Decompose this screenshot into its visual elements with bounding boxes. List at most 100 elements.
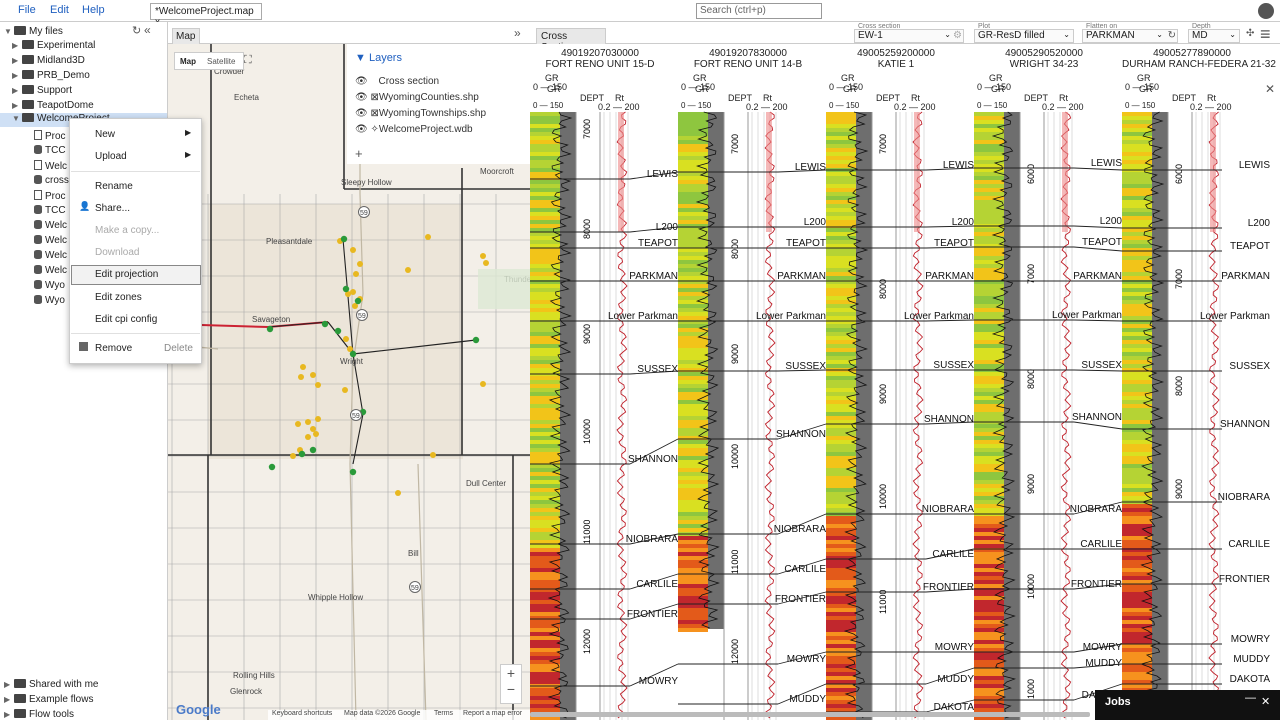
tab-map[interactable]: Map — [172, 28, 200, 44]
tree-folder[interactable]: ▶ PRB_Demo — [12, 70, 90, 81]
map-data-text: Map data ©2026 Google — [344, 710, 421, 717]
map-type-satellite[interactable]: Satellite — [207, 57, 235, 66]
well-marker — [480, 253, 486, 259]
keyboard-shortcuts-link[interactable]: Keyboard shortcuts — [272, 710, 332, 717]
add-layer-icon[interactable]: + — [355, 146, 363, 161]
minimize-icon[interactable]: — — [1245, 692, 1256, 704]
report-error-link[interactable]: Report a map error — [463, 710, 522, 717]
menu-file[interactable]: File — [18, 4, 36, 16]
gr-band — [678, 116, 708, 120]
gr-band — [974, 388, 1004, 392]
hamburger-menu-icon[interactable]: ≡ — [1260, 24, 1271, 45]
pin-icon[interactable]: ✣ — [1246, 28, 1254, 39]
layer-item[interactable]: 👁 ⊠WyomingTownships.shp — [355, 108, 486, 119]
zoom-in-button[interactable]: + — [501, 665, 521, 681]
gr-band — [530, 452, 560, 456]
tree-folder[interactable]: ▶ Support — [12, 85, 72, 96]
gr-band — [974, 404, 1004, 408]
tree-file[interactable]: Welc — [34, 235, 67, 246]
map-type-map[interactable]: Map — [180, 57, 196, 66]
terms-link[interactable]: Terms — [434, 710, 453, 717]
gr-band — [826, 632, 856, 636]
tree-folder[interactable]: ▶ Midland3D — [12, 55, 85, 66]
close-icon[interactable]: ✕ — [1265, 82, 1275, 96]
formation-top-label: SHANNON — [1072, 412, 1122, 423]
tree-folder[interactable]: ▶ Experimental — [12, 40, 95, 51]
eye-icon[interactable]: 👁 — [355, 92, 368, 103]
menu-help[interactable]: Help — [82, 4, 105, 16]
depth-label: 9000 — [730, 344, 740, 364]
jobs-panel[interactable]: Jobs — ✕ — [1095, 690, 1280, 720]
gr-band — [974, 504, 1004, 508]
gr-band — [678, 156, 708, 160]
layer-item[interactable]: 👁 ✧WelcomeProject.wdb — [355, 124, 473, 135]
layers-title[interactable]: ▼ Layers — [355, 52, 402, 64]
close-icon[interactable]: ✕ — [1261, 695, 1270, 708]
cross-section-view[interactable]: 7000 8000 9000 10000 11000 12000 7000 8000 9000 1… — [530, 44, 1280, 720]
gr-band — [826, 648, 856, 652]
tree-root[interactable]: ▼ My files — [4, 26, 63, 37]
gr-band — [678, 516, 708, 520]
gr-band — [974, 240, 1004, 244]
well-marker — [321, 320, 329, 328]
flatten-select[interactable]: PARKMAN ⌄ ↻ — [1082, 29, 1178, 43]
gr-band — [530, 548, 560, 552]
gr-band — [678, 412, 708, 416]
refresh-icon[interactable]: ↻ — [132, 24, 141, 37]
tree-example-flows[interactable]: ▶ Example flows — [4, 694, 93, 705]
user-account-icon[interactable] — [1258, 3, 1274, 19]
gr-band — [974, 344, 1004, 348]
tree-file[interactable]: cross — [34, 175, 69, 186]
gr-band — [678, 548, 708, 552]
tree-folder[interactable]: ▶ TeapotDome — [12, 100, 94, 111]
fullscreen-icon[interactable]: ⛶ — [244, 54, 252, 67]
document-tab[interactable]: *WelcomeProject.map x — [150, 3, 262, 28]
tree-file[interactable]: Proc — [34, 190, 66, 202]
gr-band — [1122, 488, 1152, 492]
tree-file[interactable]: TCC — [34, 145, 66, 156]
depth-select[interactable]: MD ⌄ — [1188, 29, 1240, 43]
eye-icon[interactable]: 👁 — [355, 76, 368, 87]
tree-flow-tools[interactable]: ▶ Flow tools — [4, 709, 74, 720]
tree-file[interactable]: Welc — [34, 265, 67, 276]
tree-file[interactable]: Welc — [34, 220, 67, 231]
cross-section-select[interactable]: EW-1 ⌄ ⚙ — [854, 29, 964, 43]
menu-item-edit-zones[interactable]: Edit zones — [95, 292, 142, 303]
map-place-label: Whipple Hollow — [308, 593, 363, 602]
menu-item-edit-cpi[interactable]: Edit cpi config — [95, 314, 157, 325]
search-input[interactable]: Search (ctrl+p) — [696, 3, 822, 19]
tree-file[interactable]: Wyo — [34, 280, 65, 291]
menu-item-new[interactable]: New — [95, 129, 115, 140]
tree-file[interactable]: Wyo — [34, 295, 65, 306]
tree-file[interactable]: Welc — [34, 160, 67, 172]
plot-select[interactable]: GR-ResD filled ⌄ — [974, 29, 1074, 43]
menu-item-remove[interactable]: Remove — [95, 343, 132, 354]
horizontal-scrollbar[interactable] — [530, 712, 1090, 717]
layer-item[interactable]: 👁 ⊠WyomingCounties.shp — [355, 92, 479, 103]
tree-file[interactable]: TCC — [34, 205, 66, 216]
menu-item-upload[interactable]: Upload — [95, 151, 127, 162]
gr-band — [826, 192, 856, 196]
depth-label: 12000 — [730, 639, 740, 664]
formation-top-label: CARLILE — [1228, 539, 1270, 550]
gr-band — [678, 444, 708, 448]
tree-shared[interactable]: ▶ Shared with me — [4, 679, 98, 690]
menu-item-edit-projection[interactable]: Edit projection — [95, 269, 158, 280]
tab-cross-section[interactable]: Cross Section — [536, 28, 606, 53]
tree-file[interactable]: Welc — [34, 250, 67, 261]
menu-item-rename[interactable]: Rename — [95, 181, 133, 192]
menu-item-share[interactable]: Share... — [95, 203, 130, 214]
track-label: 0.2 — 200 — [746, 102, 788, 112]
menu-edit[interactable]: Edit — [50, 4, 69, 16]
map-collapse-icon[interactable]: » — [514, 26, 521, 40]
tree-file[interactable]: Proc — [34, 130, 66, 142]
collapse-sidebar-icon[interactable]: « — [144, 23, 151, 37]
gr-band — [1122, 384, 1152, 388]
zoom-out-button[interactable]: − — [501, 681, 521, 697]
eye-icon[interactable]: 👁 — [355, 108, 368, 119]
gr-band — [1122, 212, 1152, 216]
layer-item[interactable]: 👁 Cross section — [355, 76, 439, 87]
well-marker — [298, 450, 306, 458]
formation-top-label: SHANNON — [776, 429, 826, 440]
eye-icon[interactable]: 👁 — [355, 124, 368, 135]
